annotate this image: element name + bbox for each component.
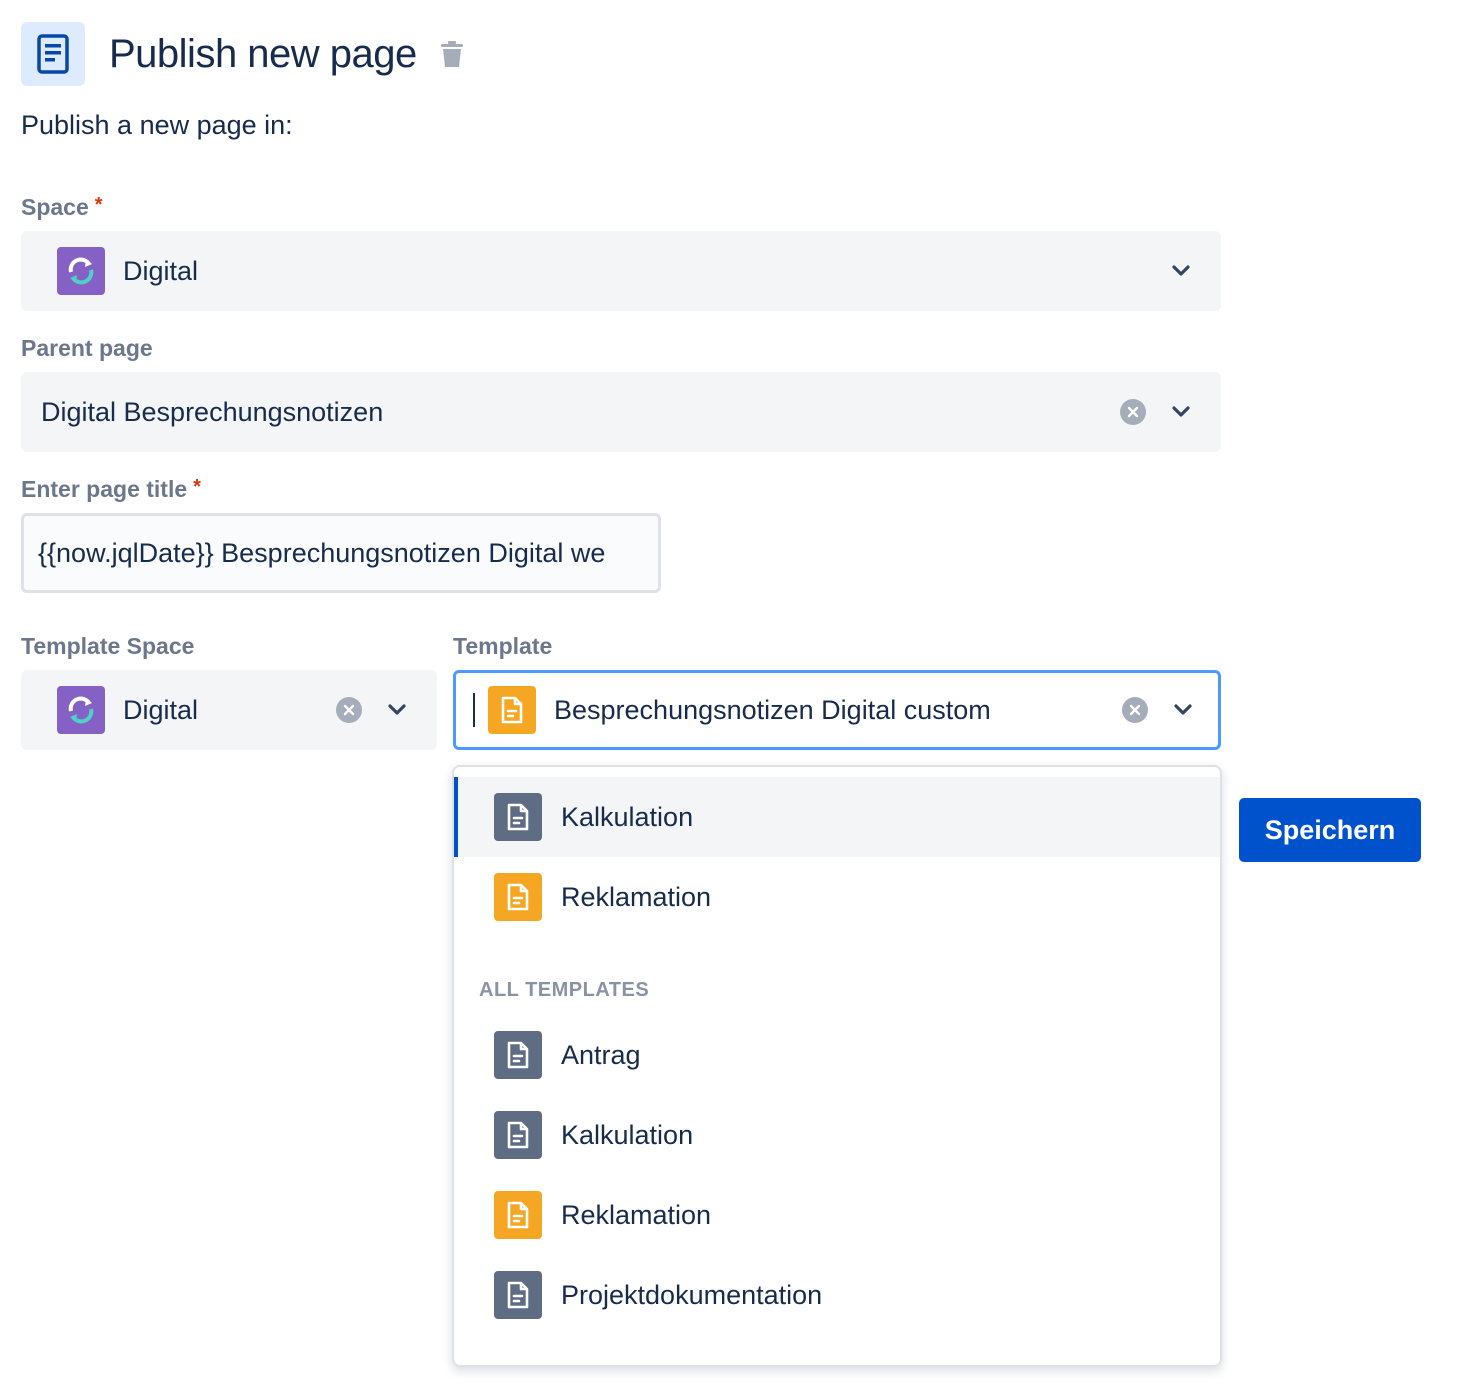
parent-page-select[interactable]: Digital Besprechungsnotizen <box>21 372 1221 452</box>
page-icon <box>21 22 85 86</box>
template-value: Besprechungsnotizen Digital custom <box>554 694 991 725</box>
template-space-value: Digital <box>123 694 199 725</box>
chevron-down-icon[interactable] <box>1169 400 1193 424</box>
template-option[interactable]: Reklamation <box>454 857 1220 937</box>
template-option[interactable]: Reklamation <box>454 1175 1220 1255</box>
space-label: Space * <box>21 194 103 220</box>
template-option-label: Antrag <box>561 1039 641 1070</box>
template-option[interactable]: Kalkulation <box>454 1095 1220 1175</box>
template-option[interactable]: Kalkulation <box>454 777 1220 857</box>
template-option-label: Kalkulation <box>561 1119 694 1150</box>
page-template-icon <box>488 686 536 734</box>
template-space-select[interactable]: Digital <box>21 670 437 750</box>
chevron-down-icon[interactable] <box>385 698 409 722</box>
space-avatar-icon <box>57 247 105 295</box>
space-value: Digital <box>123 255 199 286</box>
parent-page-label: Parent page <box>21 335 153 361</box>
template-space-label: Template Space <box>21 633 195 659</box>
page-template-icon <box>494 793 542 841</box>
page-template-icon <box>494 1111 542 1159</box>
template-option[interactable]: Projektdokumentation <box>454 1255 1220 1335</box>
clear-icon[interactable] <box>1120 399 1146 425</box>
space-select[interactable]: Digital <box>21 231 1221 311</box>
chevron-down-icon[interactable] <box>1171 698 1195 722</box>
trash-icon[interactable] <box>440 41 463 67</box>
template-option[interactable]: Antrag <box>454 1015 1220 1095</box>
page-template-icon <box>494 1031 542 1079</box>
save-button[interactable]: Speichern <box>1239 798 1421 862</box>
text-caret <box>473 693 475 727</box>
template-dropdown-menu: Kalkulation Reklamation ALL TEMPLATES An… <box>452 765 1222 1367</box>
space-avatar-icon <box>57 686 105 734</box>
template-select[interactable]: Besprechungsnotizen Digital custom <box>453 670 1221 750</box>
template-option-label: Kalkulation <box>561 801 694 832</box>
header: Publish new page <box>21 22 463 86</box>
template-option-label: Reklamation <box>561 881 712 912</box>
page-title: Publish new page <box>109 31 417 76</box>
required-mark: * <box>193 476 201 498</box>
page-template-icon <box>494 1271 542 1319</box>
page-template-icon <box>494 873 542 921</box>
parent-page-value: Digital Besprechungsnotizen <box>41 396 384 427</box>
page-title-input[interactable]: {{now.jqlDate}} Besprechungsnotizen Digi… <box>21 513 661 593</box>
template-label: Template <box>453 633 553 659</box>
chevron-down-icon[interactable] <box>1169 259 1193 283</box>
page-title-value: {{now.jqlDate}} Besprechungsnotizen Digi… <box>38 537 606 568</box>
required-mark: * <box>94 194 103 216</box>
group-header: ALL TEMPLATES <box>479 979 650 1001</box>
clear-icon[interactable] <box>336 697 362 723</box>
page-template-icon <box>494 1191 542 1239</box>
subtitle: Publish a new page in: <box>21 110 293 140</box>
template-option-label: Projektdokumentation <box>561 1279 823 1310</box>
page-title-label: Enter page title * <box>21 476 201 502</box>
template-option-label: Reklamation <box>561 1199 712 1230</box>
clear-icon[interactable] <box>1122 697 1148 723</box>
